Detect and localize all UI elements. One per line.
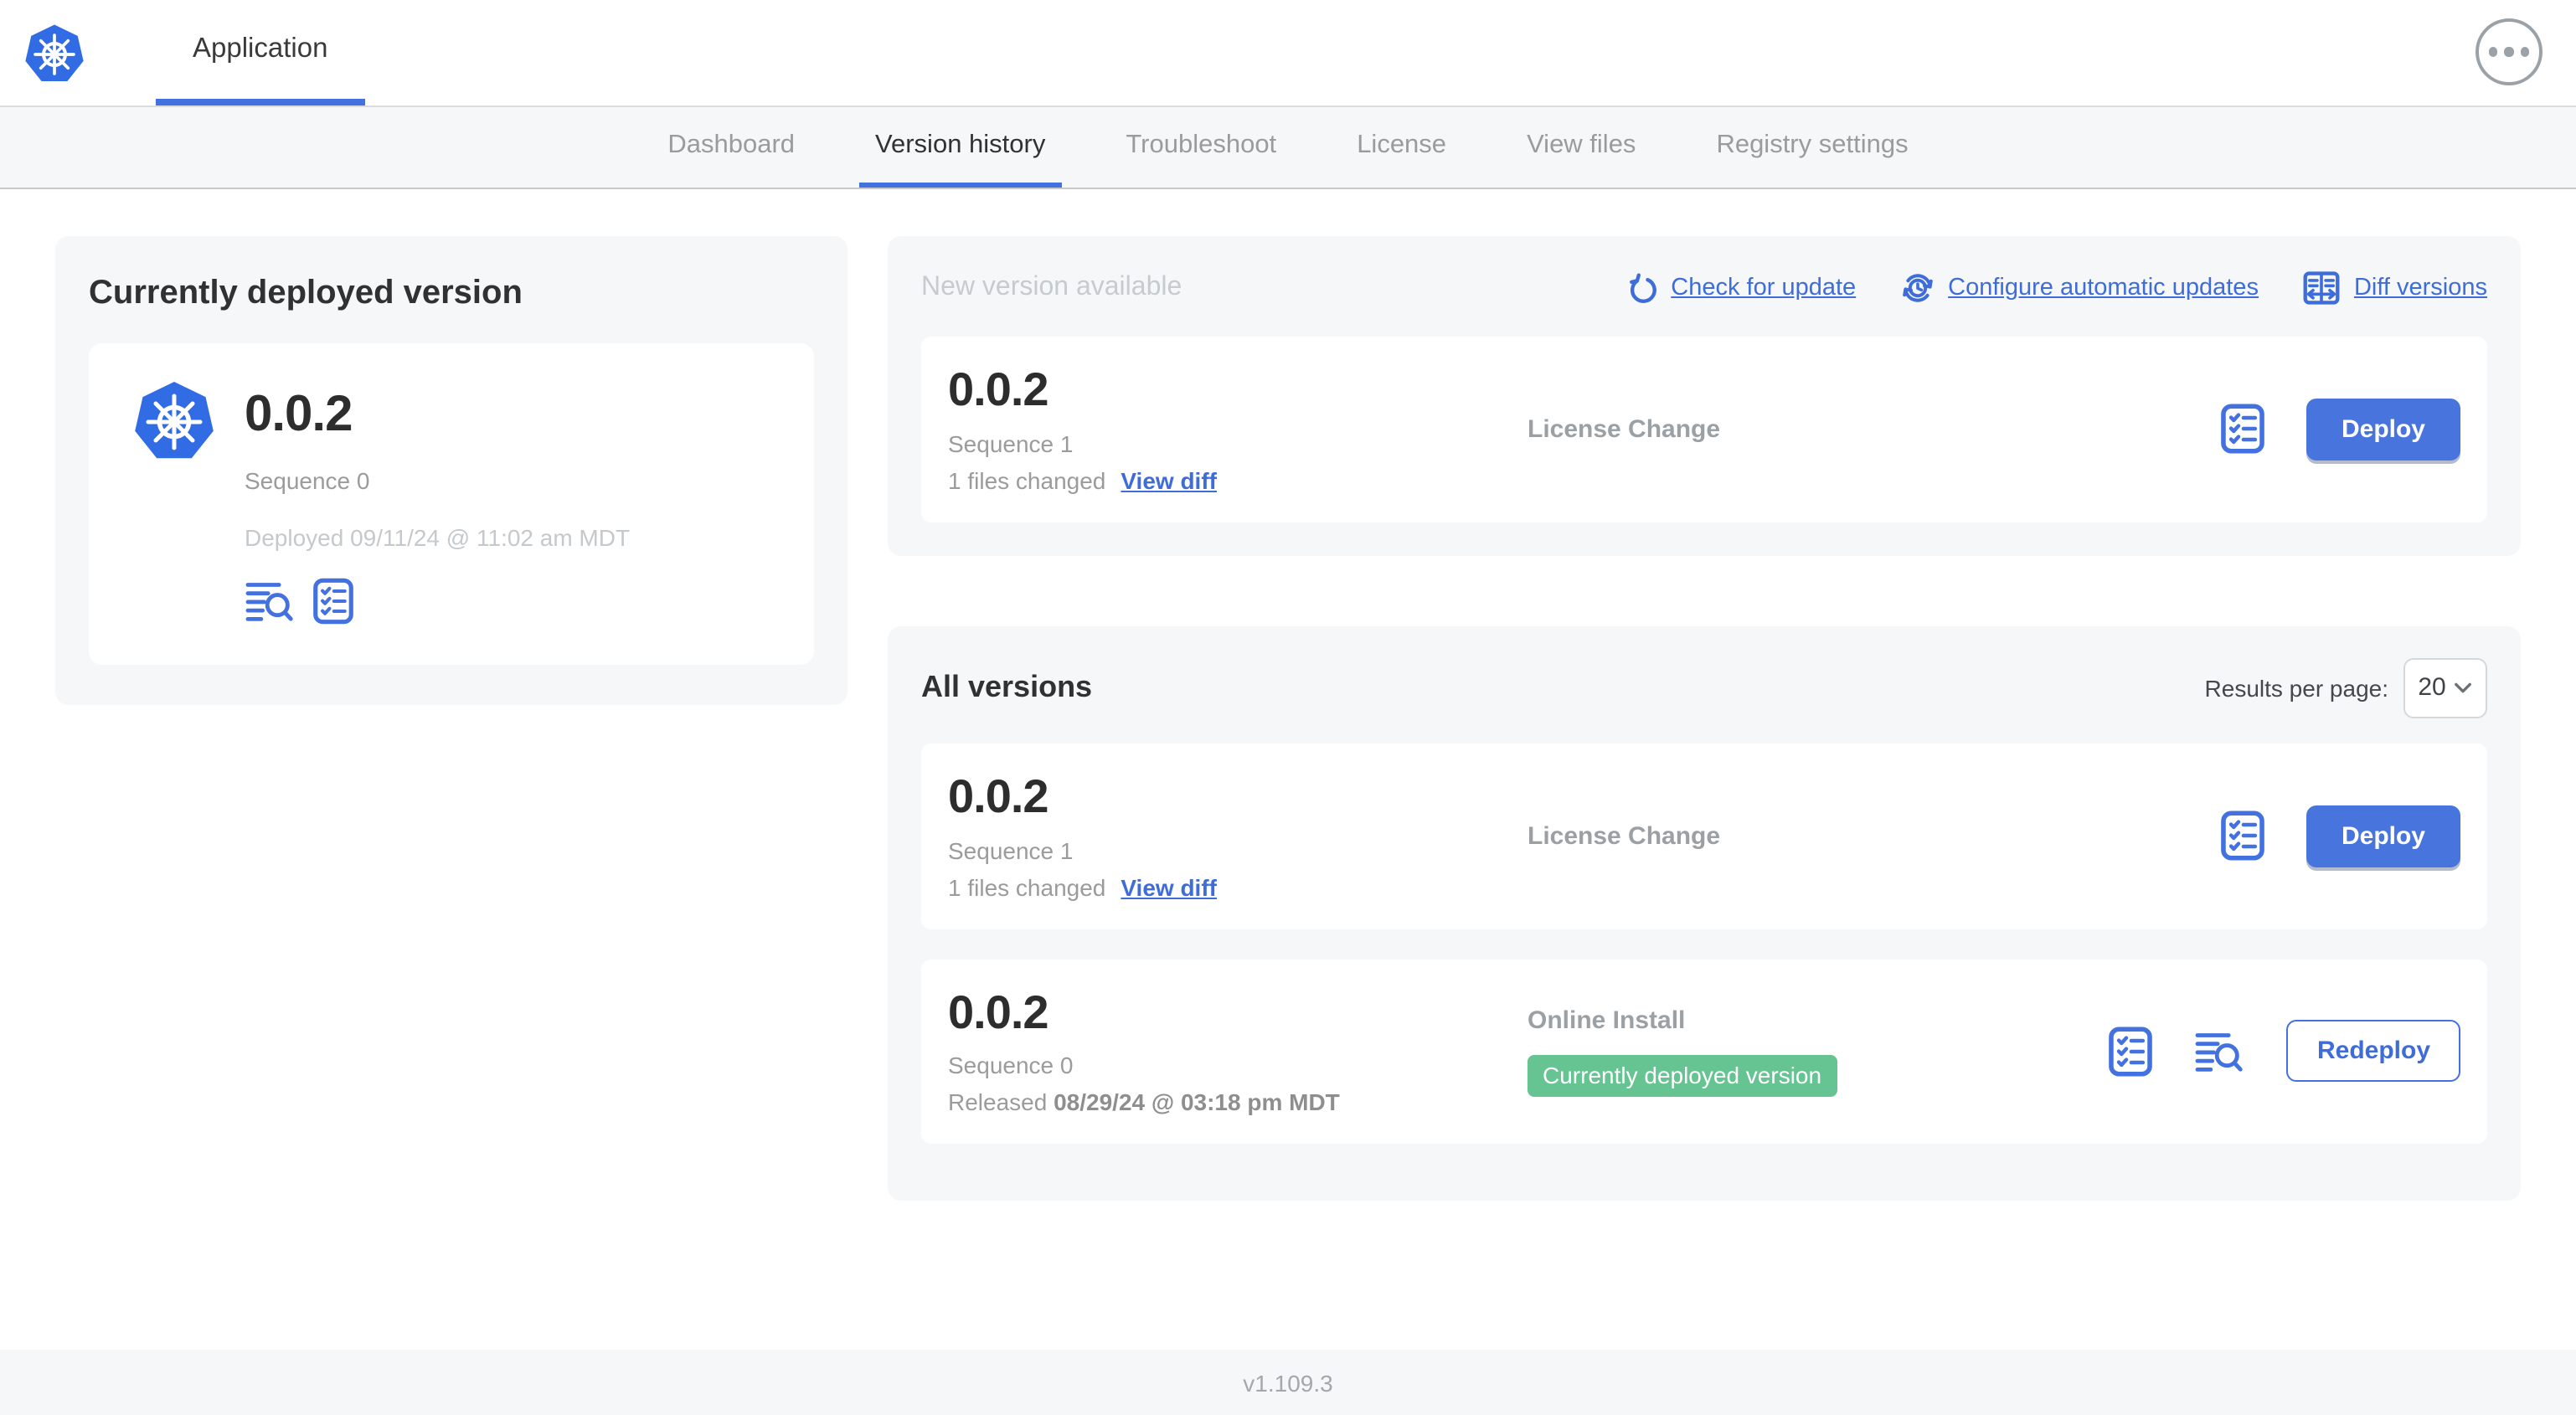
ellipsis-icon xyxy=(2489,47,2498,57)
version-row-sequence-1: 0.0.2 Sequence 1 1 files changed View di… xyxy=(921,743,2487,929)
deploy-button[interactable]: Deploy xyxy=(2306,398,2460,461)
configure-automatic-updates-label: Configure automatic updates xyxy=(1948,275,2259,301)
preflight-checks-icon xyxy=(2221,810,2264,861)
version-label: 0.0.2 xyxy=(948,363,1049,415)
redeploy-button[interactable]: Redeploy xyxy=(2286,1020,2460,1083)
version-label: 0.0.2 xyxy=(948,985,1049,1038)
deployed-timestamp: Deployed 09/11/24 @ 11:02 am MDT xyxy=(245,524,631,551)
console-version-label: v1.109.3 xyxy=(1243,1369,1333,1396)
sequence-label: Sequence 0 xyxy=(948,1052,1074,1079)
released-timestamp: Released 08/29/24 @ 03:18 pm MDT xyxy=(948,1089,1501,1116)
kots-admin-console: Application Dashboard Version history Tr… xyxy=(0,0,2576,1415)
chevron-down-icon xyxy=(2455,682,2473,695)
view-diff-link[interactable]: View diff xyxy=(1121,873,1217,900)
sequence-label: Sequence 1 xyxy=(948,836,1074,864)
refresh-icon xyxy=(1625,272,1657,304)
results-per-page-label: Results per page: xyxy=(2204,674,2388,702)
tab-dashboard[interactable]: Dashboard xyxy=(651,107,811,188)
tab-troubleshoot[interactable]: Troubleshoot xyxy=(1109,107,1293,188)
schedule-update-icon xyxy=(1901,271,1935,305)
preflight-checks-button[interactable] xyxy=(2221,810,2264,861)
files-changed-label: 1 files changed xyxy=(948,873,1106,901)
check-for-update-label: Check for update xyxy=(1671,275,1857,301)
new-version-available-title: New version available xyxy=(921,273,1182,301)
tab-version-history[interactable]: Version history xyxy=(858,107,1063,188)
deploy-button[interactable]: Deploy xyxy=(2306,805,2460,867)
version-source-label: License Change xyxy=(1528,821,1721,851)
view-logs-button[interactable] xyxy=(245,579,295,623)
diff-icon xyxy=(2304,271,2341,305)
preflight-checks-button[interactable] xyxy=(2221,404,2264,455)
versions-column: New version available Check for update C… xyxy=(888,236,2521,1201)
version-row-sequence-0: 0.0.2 Sequence 0 Released 08/29/24 @ 03:… xyxy=(921,959,2487,1145)
app-tab-application[interactable]: Application xyxy=(156,0,365,105)
diff-versions-link[interactable]: Diff versions xyxy=(2304,271,2487,305)
tab-registry-settings[interactable]: Registry settings xyxy=(1699,107,1924,188)
top-bar: Application xyxy=(0,0,2576,105)
main-content: Currently deployed version 0.0.2 Sequenc… xyxy=(0,189,2576,1350)
configure-automatic-updates-link[interactable]: Configure automatic updates xyxy=(1901,271,2259,305)
app-nav-tabs: Dashboard Version history Troubleshoot L… xyxy=(0,105,2576,189)
ellipsis-icon xyxy=(2504,47,2514,57)
released-date: 08/29/24 @ 03:18 pm MDT xyxy=(1054,1088,1340,1116)
check-for-update-link[interactable]: Check for update xyxy=(1625,272,1856,304)
results-per-page-value: 20 xyxy=(2418,673,2446,702)
sequence-label: Sequence 1 xyxy=(948,430,1074,457)
tab-view-files[interactable]: View files xyxy=(1510,107,1652,188)
new-version-row: 0.0.2 Sequence 1 1 files changed View di… xyxy=(921,337,2487,522)
preflight-checks-icon xyxy=(313,578,353,625)
released-prefix: Released xyxy=(948,1088,1048,1116)
view-diff-link[interactable]: View diff xyxy=(1121,467,1217,494)
results-per-page-select[interactable]: 20 xyxy=(2403,657,2487,718)
version-source-label: License Change xyxy=(1528,414,1721,444)
preflight-checks-button[interactable] xyxy=(2110,1027,2153,1077)
version-label: 0.0.2 xyxy=(948,769,1049,822)
tab-license[interactable]: License xyxy=(1340,107,1463,188)
currently-deployed-title: Currently deployed version xyxy=(89,275,523,311)
new-version-available-card: New version available Check for update C… xyxy=(888,236,2521,556)
currently-deployed-card: Currently deployed version 0.0.2 Sequenc… xyxy=(55,236,848,705)
currently-deployed-badge: Currently deployed version xyxy=(1528,1054,1837,1097)
overflow-menu-button[interactable] xyxy=(2476,18,2543,85)
kubernetes-icon xyxy=(132,380,216,464)
all-versions-title: All versions xyxy=(921,670,1093,704)
page-footer: v1.109.3 xyxy=(0,1350,2576,1415)
view-logs-icon xyxy=(245,579,295,623)
currently-deployed-version-tile: 0.0.2 Sequence 0 Deployed 09/11/24 @ 11:… xyxy=(89,343,814,665)
preflight-checks-button[interactable] xyxy=(313,578,353,625)
all-versions-card: All versions Results per page: 20 0.0.2 xyxy=(888,625,2521,1201)
ellipsis-icon xyxy=(2520,47,2529,57)
kubernetes-logo-icon xyxy=(23,23,85,85)
app-title: Application xyxy=(193,33,328,64)
deployed-version-label: 0.0.2 xyxy=(245,387,353,442)
version-source-label: Online Install xyxy=(1528,1006,1686,1035)
deployed-sequence-label: Sequence 0 xyxy=(245,467,370,494)
view-logs-icon xyxy=(2195,1030,2245,1073)
preflight-checks-icon xyxy=(2110,1027,2153,1077)
files-changed-label: 1 files changed xyxy=(948,466,1106,494)
preflight-checks-icon xyxy=(2221,404,2264,455)
diff-versions-label: Diff versions xyxy=(2353,275,2487,301)
view-logs-button[interactable] xyxy=(2195,1030,2245,1073)
